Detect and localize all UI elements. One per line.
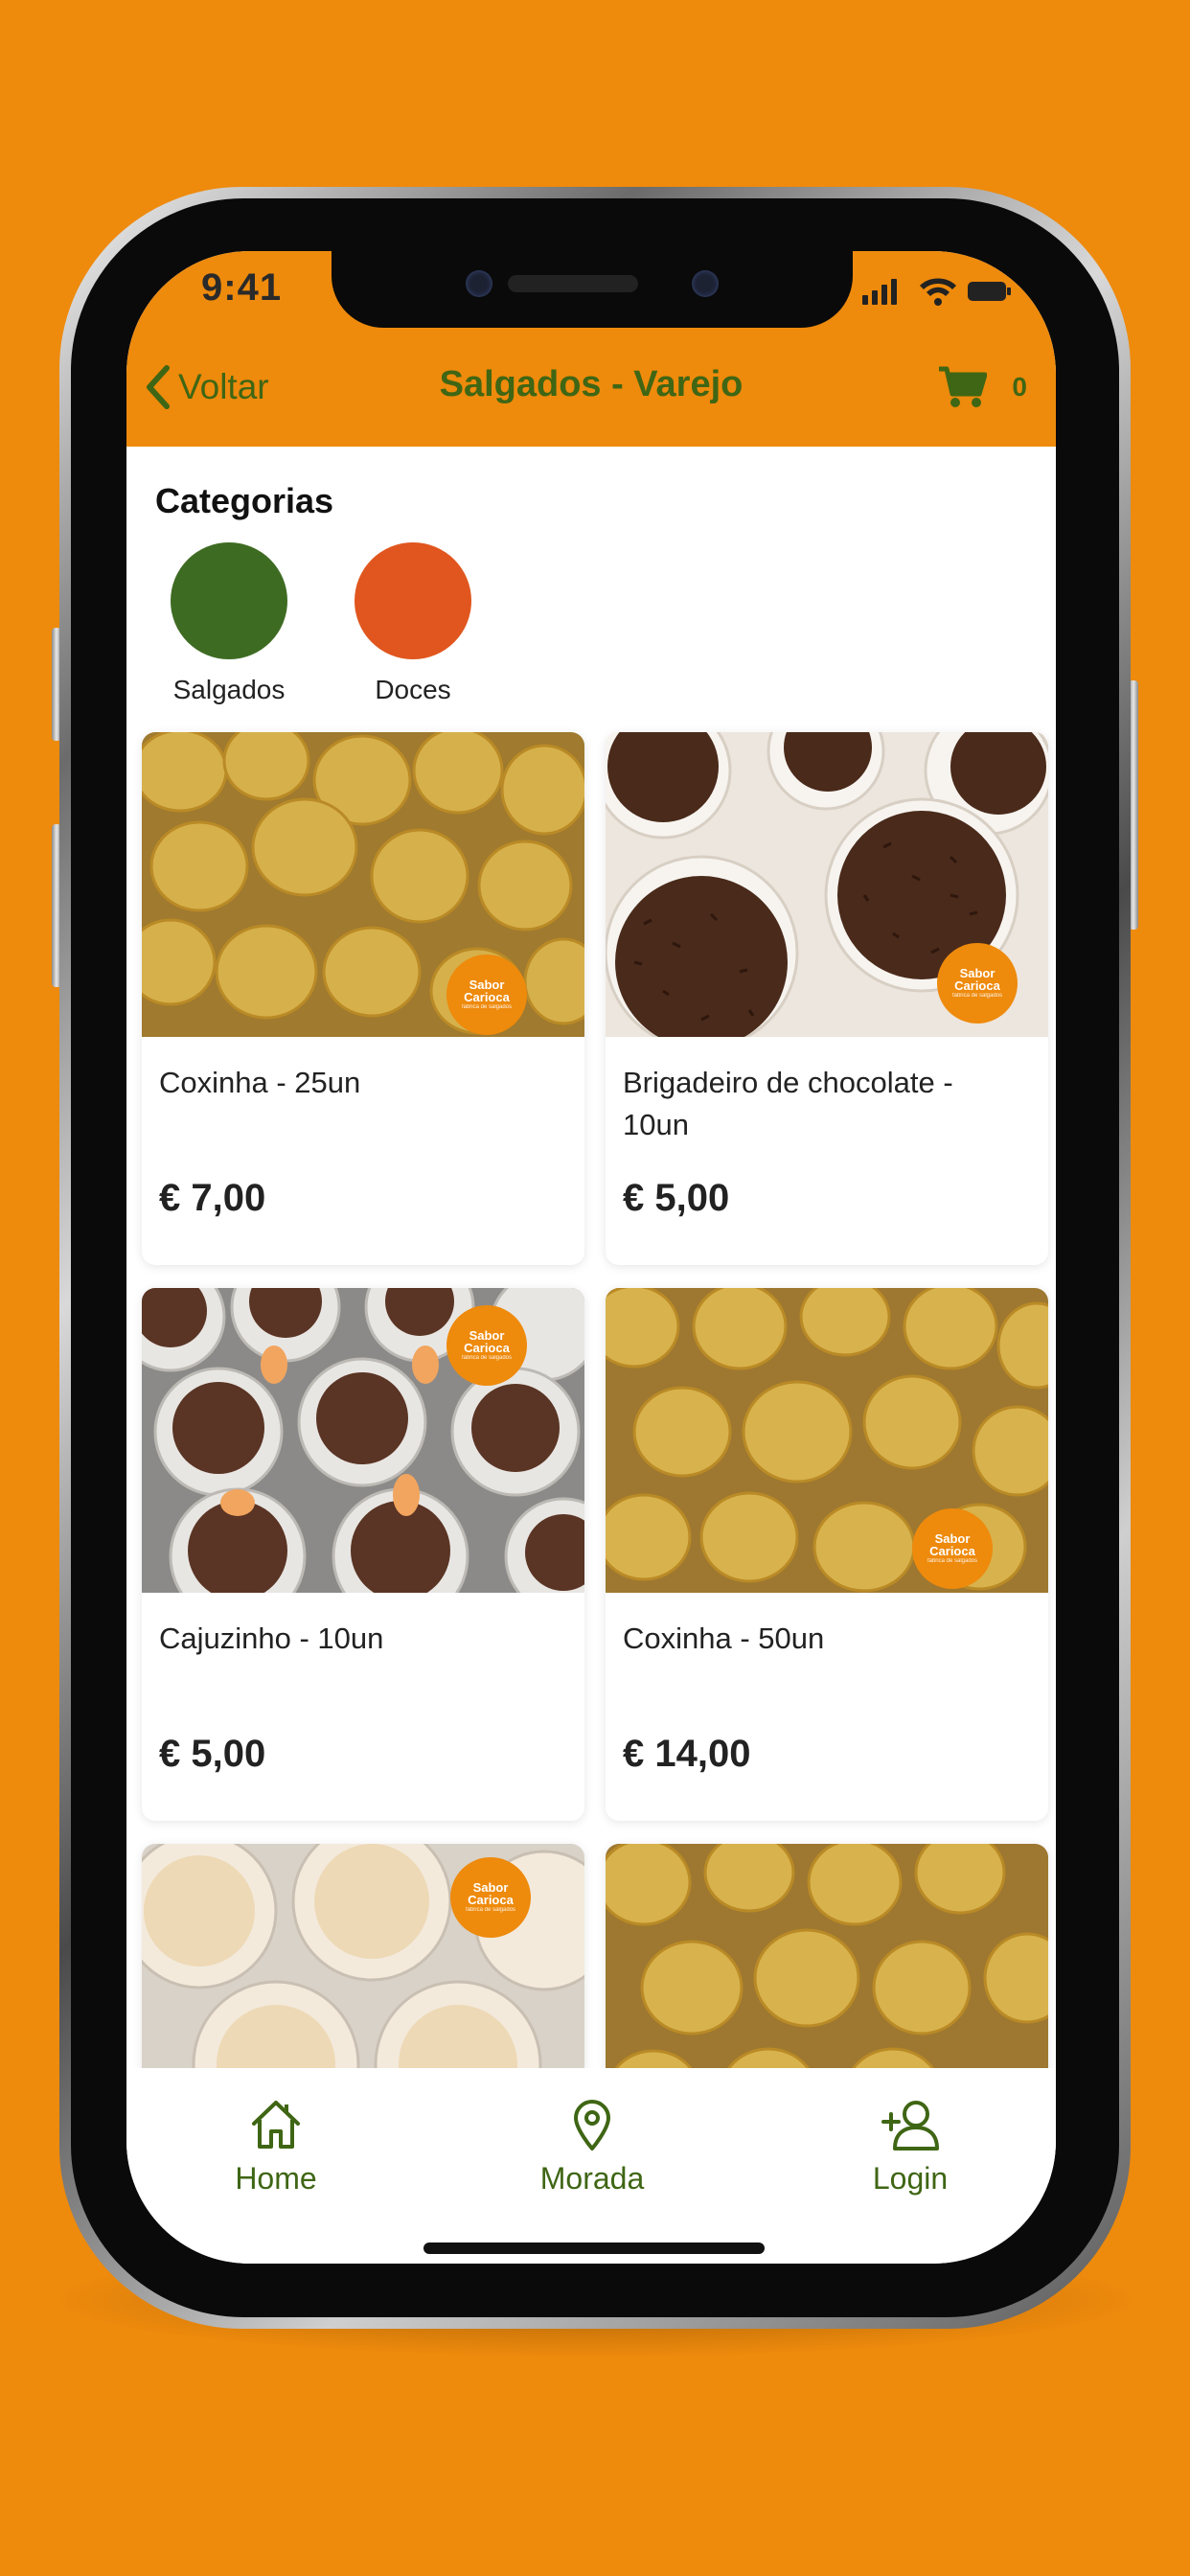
brand-badge: Sabor Carioca fábrica de salgados [446,954,527,1035]
signal-icon [862,279,897,305]
brand-badge: Sabor Carioca fábrica de salgados [446,1305,527,1386]
brand-badge: Sabor Carioca fábrica de salgados [937,943,1018,1024]
tab-bar: Home Morada Login [126,2068,1056,2264]
product-card[interactable] [606,1844,1048,2068]
category-label: Salgados [172,675,286,704]
product-image [606,1844,1048,2068]
home-indicator [423,2242,765,2254]
category-doces-circle [355,542,471,659]
product-card[interactable]: Sabor Carioca fábrica de salgados Cajuzi… [142,1288,584,1821]
product-image: Sabor Carioca fábrica de salgados [142,1288,584,1593]
cart-button[interactable]: 0 [937,358,1027,416]
status-time: 9:41 [201,266,283,309]
app-screen: 9:41 Voltar Salgados - Varejo 0 Categori… [126,251,1056,2264]
product-image: Sabor Carioca fábrica de salgados [606,1288,1048,1593]
tab-home-label: Home [235,2161,317,2196]
header: 9:41 Voltar Salgados - Varejo 0 [126,251,1056,447]
product-price: € 5,00 [623,1177,730,1219]
product-card[interactable]: Sabor Carioca fábrica de salgados [142,1844,584,2068]
product-image: Sabor Carioca fábrica de salgados [606,732,1048,1037]
coxinha-photo [606,1844,1048,2068]
product-card[interactable]: Sabor Carioca fábrica de salgados Coxinh… [142,732,584,1265]
location-pin-icon [574,2100,610,2150]
notch [332,251,853,328]
speaker-grill [508,275,638,292]
tab-home[interactable]: Home [180,2097,372,2196]
battery-icon [968,282,1011,301]
status-icons [862,278,1011,306]
cart-icon [939,366,988,407]
page-title: Salgados - Varejo [439,364,744,404]
sensor-icon [692,270,719,297]
add-user-icon [881,2101,939,2150]
product-name: Brigadeiro de chocolate - 10un [623,1066,953,1141]
product-card[interactable]: Sabor Carioca fábrica de salgados Brigad… [606,732,1048,1265]
category-doces[interactable]: Doces [341,542,485,705]
brand-badge: Sabor Carioca fábrica de salgados [450,1857,531,1938]
product-card[interactable]: Sabor Carioca fábrica de salgados Coxinh… [606,1288,1048,1821]
brand-badge: Sabor Carioca fábrica de salgados [912,1508,993,1589]
wifi-icon [920,278,956,306]
product-name: Coxinha - 25un [159,1066,361,1099]
product-price: € 5,00 [159,1733,266,1775]
home-icon [252,2101,300,2149]
categories-title: Categorias [155,481,334,520]
product-image: Sabor Carioca fábrica de salgados [142,1844,584,2068]
product-price: € 7,00 [159,1177,266,1219]
tab-address[interactable]: Morada [496,2097,688,2196]
product-name: Cajuzinho - 10un [159,1622,384,1655]
tab-login-label: Login [872,2161,949,2196]
category-salgados-circle [171,542,287,659]
product-list[interactable]: Categorias Salgados Doces Sabor Carioca … [126,447,1056,2068]
camera-icon [466,270,492,297]
cart-count: 0 [1012,372,1027,402]
tab-login[interactable]: Login [814,2097,1006,2196]
tab-address-label: Morada [539,2161,645,2196]
product-name: Coxinha - 50un [623,1622,825,1655]
category-label: Doces [375,675,451,704]
category-salgados[interactable]: Salgados [157,542,301,705]
product-price: € 14,00 [623,1733,751,1775]
product-image: Sabor Carioca fábrica de salgados [142,732,584,1037]
